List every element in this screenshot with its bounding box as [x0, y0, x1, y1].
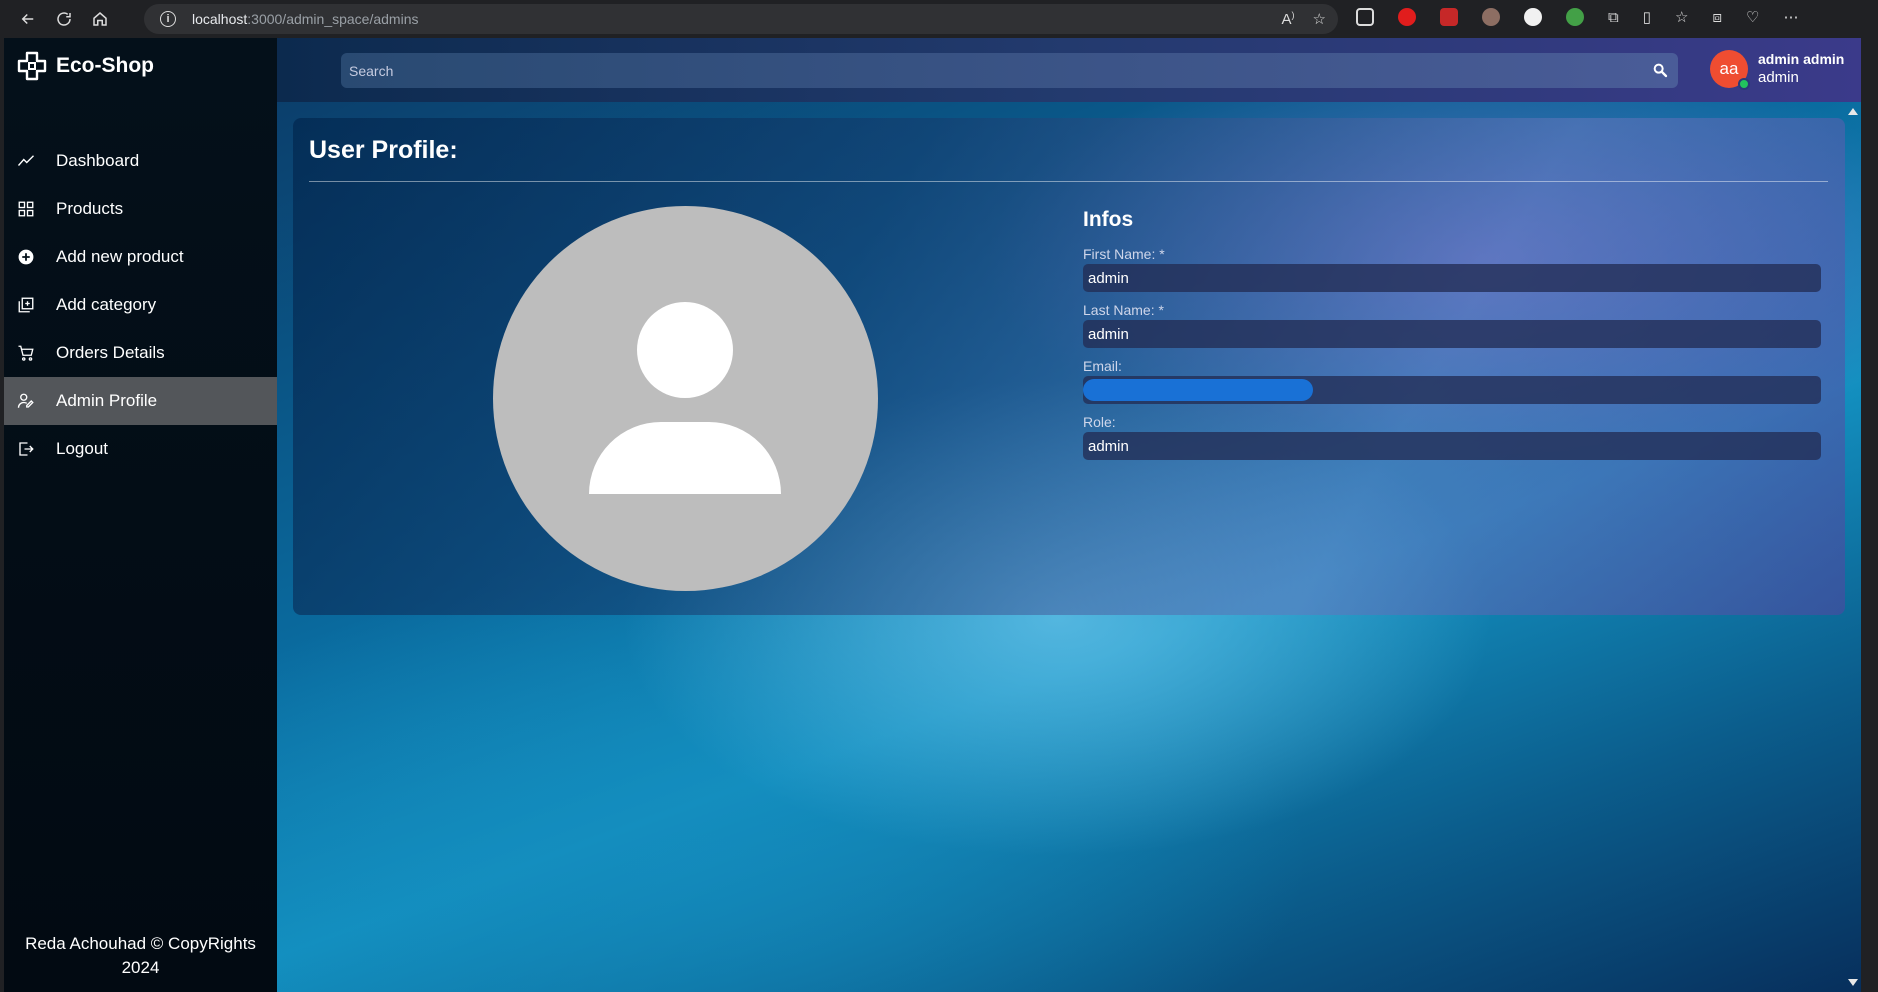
favorite-star-icon[interactable]: ☆ [1313, 10, 1326, 28]
copyright-year: 2024 [121, 958, 160, 977]
reload-icon [57, 12, 71, 26]
cart-icon [16, 343, 36, 363]
extension-face-icon[interactable] [1482, 8, 1500, 26]
collections-icon[interactable]: ⧈ [1712, 9, 1722, 26]
profile-picture [493, 206, 878, 591]
qr-code-icon[interactable] [1356, 8, 1374, 26]
sidebar-item-orders-details[interactable]: Orders Details [4, 329, 277, 377]
redaction-scribble [1083, 379, 1313, 401]
page-title: User Profile: [309, 136, 458, 164]
sidebar-item-add-new-product[interactable]: Add new product [4, 233, 277, 281]
user-edit-icon [16, 391, 36, 411]
performance-icon[interactable]: ♡ [1746, 8, 1759, 26]
scroll-up-arrow-icon[interactable] [1848, 108, 1858, 115]
scroll-down-arrow-icon[interactable] [1848, 979, 1858, 986]
role-label: Role: [1083, 414, 1116, 430]
sidebar-item-label: Dashboard [56, 151, 140, 170]
read-aloud-icon[interactable]: A) [1282, 10, 1295, 28]
user-info: admin admin admin [1758, 50, 1844, 88]
reload-button[interactable] [46, 4, 82, 34]
info-icon[interactable]: i [160, 11, 176, 27]
brand[interactable]: Eco-Shop [16, 50, 154, 82]
sidebar-item-add-category[interactable]: Add category [4, 281, 277, 329]
sidebar-item-products[interactable]: Products [4, 185, 277, 233]
url-path: :3000/admin_space/admins [247, 11, 419, 27]
extensions-puzzle-icon[interactable]: ⧉ [1608, 9, 1619, 26]
search-input[interactable] [349, 62, 1629, 79]
plus-circle-icon [16, 247, 36, 267]
avatar-initials: aa [1719, 59, 1739, 78]
infos-section: Infos First Name: * Last Name: * Email: … [1083, 208, 1821, 470]
sidebar-item-label: Products [56, 199, 124, 218]
sidebar-menu: Dashboard Products Add new product Add c… [4, 137, 277, 473]
search-bar[interactable] [341, 53, 1678, 88]
more-options-icon[interactable]: ⋯ [1783, 8, 1798, 26]
extension-green-icon[interactable] [1566, 8, 1584, 26]
grid-icon [16, 199, 36, 219]
copyright-text: Reda Achouhad © CopyRights [25, 934, 256, 953]
page-scrollbar[interactable] [1845, 102, 1861, 992]
sidebar-item-admin-profile[interactable]: Admin Profile [4, 377, 277, 425]
url-text: localhost:3000/admin_space/admins [192, 11, 419, 27]
medical-cross-logo-icon [17, 51, 47, 81]
browser-toolbar: i localhost:3000/admin_space/admins A) ☆… [0, 0, 1878, 38]
profile-card: User Profile: Infos First Name: * Last N… [293, 118, 1845, 615]
sidebar-item-label: Orders Details [56, 343, 165, 362]
user-menu[interactable]: aa admin admin admin [1710, 50, 1844, 90]
sidebar-item-dashboard[interactable]: Dashboard [4, 137, 277, 185]
user-name: admin admin [1758, 51, 1845, 67]
address-bar[interactable]: i localhost:3000/admin_space/admins A) ☆ [144, 4, 1338, 34]
avatar[interactable]: aa [1710, 50, 1750, 90]
back-button[interactable] [10, 4, 46, 34]
first-name-group: First Name: * [1083, 246, 1821, 292]
infos-title: Infos [1083, 208, 1134, 231]
sidebar-item-label: Admin Profile [56, 391, 158, 410]
last-name-group: Last Name: * [1083, 302, 1821, 348]
email-group: Email: [1083, 358, 1821, 404]
extension-red-hand-icon[interactable] [1398, 8, 1416, 26]
sidebar-item-label: Add category [56, 295, 157, 314]
chart-line-icon [16, 151, 36, 171]
avatar-placeholder-head [637, 302, 733, 398]
role-field[interactable] [1083, 432, 1821, 460]
last-name-field[interactable] [1083, 320, 1821, 348]
sidebar-item-logout[interactable]: Logout [4, 425, 277, 473]
user-role: admin [1758, 69, 1799, 86]
sidebar-item-label: Add new product [56, 247, 184, 266]
sidebar-footer: Reda Achouhad © CopyRights 2024 [4, 932, 277, 980]
extensions-bar: ⧉ ▯ ☆ ⧈ ♡ ⋯ [1356, 8, 1798, 26]
arrow-left-icon [21, 13, 34, 25]
home-button[interactable] [82, 4, 118, 34]
logout-icon [16, 439, 36, 459]
last-name-label: Last Name: * [1083, 302, 1164, 318]
online-status-dot [1738, 78, 1750, 90]
role-group: Role: [1083, 414, 1821, 460]
brand-name: Eco-Shop [56, 54, 154, 77]
divider [309, 181, 1828, 182]
email-label: Email: [1083, 358, 1122, 374]
home-icon [93, 12, 107, 26]
main-content: aa admin admin admin User Profile: Infos… [277, 38, 1861, 992]
first-name-field[interactable] [1083, 264, 1821, 292]
avatar-placeholder-body [589, 422, 781, 494]
layers-plus-icon [16, 295, 36, 315]
first-name-label: First Name: * [1083, 246, 1165, 262]
extension-red-box-icon[interactable] [1440, 8, 1458, 26]
extension-white-circle-icon[interactable] [1524, 8, 1542, 26]
search-icon[interactable] [1652, 62, 1668, 78]
split-screen-icon[interactable]: ▯ [1643, 8, 1651, 26]
sidebar-item-label: Logout [56, 439, 108, 458]
url-host: localhost [192, 11, 248, 27]
sidebar: Eco-Shop Dashboard Products Add new prod… [4, 38, 277, 992]
favorites-icon[interactable]: ☆ [1675, 8, 1688, 26]
top-header: aa admin admin admin [277, 38, 1861, 102]
